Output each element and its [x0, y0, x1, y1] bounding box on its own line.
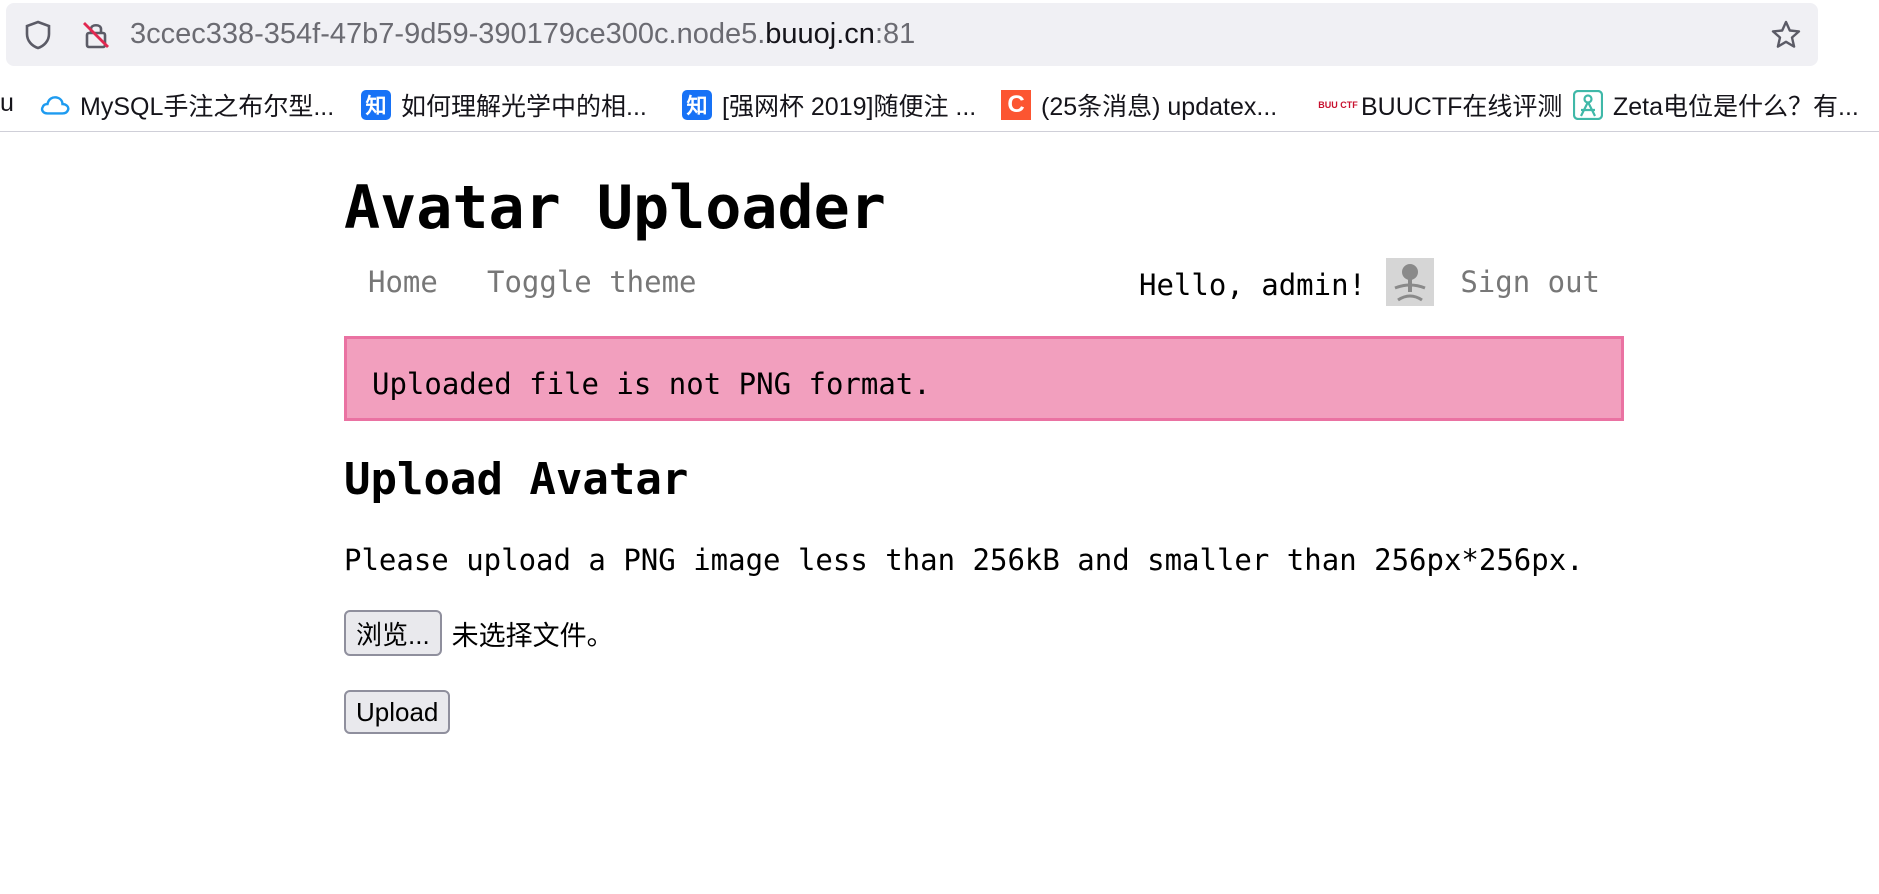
error-alert: Uploaded file is not PNG format. — [344, 336, 1624, 421]
address-bar[interactable]: 3ccec338-354f-47b7-9d59-390179ce300c.nod… — [6, 3, 1818, 66]
toolbar-divider — [0, 131, 1879, 132]
bookmark-item[interactable]: C (25条消息) updatex... — [1001, 82, 1277, 128]
zhihu-icon-text: 知 — [365, 95, 387, 118]
site-title: Avatar Uploader — [344, 173, 886, 243]
url-prefix: 3ccec338-354f-47b7-9d59-390179ce300c.nod… — [130, 18, 766, 50]
bookmark-item[interactable]: 知 [强网杯 2019]随便注 ... — [682, 82, 976, 128]
bookmarks-toolbar: u MySQL手注之布尔型... 知 如何理解光学中的相... 知 [强网杯 2… — [0, 82, 1879, 128]
tracking-protection-shield-icon[interactable] — [22, 19, 54, 51]
nav-home-link[interactable]: Home — [368, 264, 438, 300]
nav-toggle-theme-link[interactable]: Toggle theme — [487, 264, 697, 300]
bookmark-label: [强网杯 2019]随便注 ... — [722, 93, 977, 121]
upload-button[interactable]: Upload — [344, 690, 451, 734]
browse-button[interactable]: 浏览... — [344, 610, 442, 656]
file-input[interactable]: 浏览... 未选择文件。 — [344, 610, 614, 656]
bookmark-label: Zeta电位是什么？有... — [1613, 93, 1859, 121]
default-avatar-icon — [1394, 264, 1426, 302]
bookmark-label: MySQL手注之布尔型... — [80, 93, 335, 121]
buuctf-icon-text: BUU CTF — [1318, 99, 1358, 110]
url-text[interactable]: 3ccec338-354f-47b7-9d59-390179ce300c.nod… — [130, 17, 915, 51]
bookmark-label: BUUCTF在线评测 — [1361, 93, 1563, 121]
url-host: buuoj.cn — [765, 18, 875, 50]
zhihu-icon-text: 知 — [686, 95, 708, 118]
csdn-icon-text: C — [1007, 91, 1025, 118]
navbar: Home Toggle theme Hello, admin! Sign out — [344, 254, 1624, 314]
bookmark-item[interactable]: MySQL手注之布尔型... — [40, 82, 334, 128]
zhihu-icon: 知 — [682, 90, 712, 120]
bookmark-item[interactable]: Zeta电位是什么？有... — [1573, 82, 1859, 128]
bookmark-truncated-label[interactable]: u — [0, 89, 14, 118]
avatar — [1386, 258, 1434, 306]
zhihu-icon: 知 — [361, 90, 391, 120]
file-status-text: 未选择文件。 — [451, 620, 614, 651]
csdn-icon: C — [1001, 90, 1031, 120]
bookmark-item[interactable]: 知 如何理解光学中的相... — [361, 82, 647, 128]
upload-heading: Upload Avatar — [344, 454, 689, 505]
url-port: :81 — [874, 18, 916, 50]
sign-out-link[interactable]: Sign out — [1460, 264, 1600, 300]
bookmark-item[interactable]: BUU CTF BUUCTF在线评测 — [1318, 82, 1563, 128]
user-greeting: Hello, admin! — [1139, 268, 1366, 302]
zeta-icon — [1573, 90, 1603, 120]
insecure-connection-lock-icon[interactable] — [80, 19, 112, 51]
buuctf-icon: BUU CTF — [1318, 90, 1358, 120]
upload-description: Please upload a PNG image less than 256k… — [344, 543, 1584, 577]
bookmark-star-icon[interactable] — [1770, 19, 1802, 51]
cloud-icon — [40, 90, 70, 120]
bookmark-label: 如何理解光学中的相... — [401, 93, 647, 121]
bookmark-label: (25条消息) updatex... — [1041, 93, 1278, 121]
